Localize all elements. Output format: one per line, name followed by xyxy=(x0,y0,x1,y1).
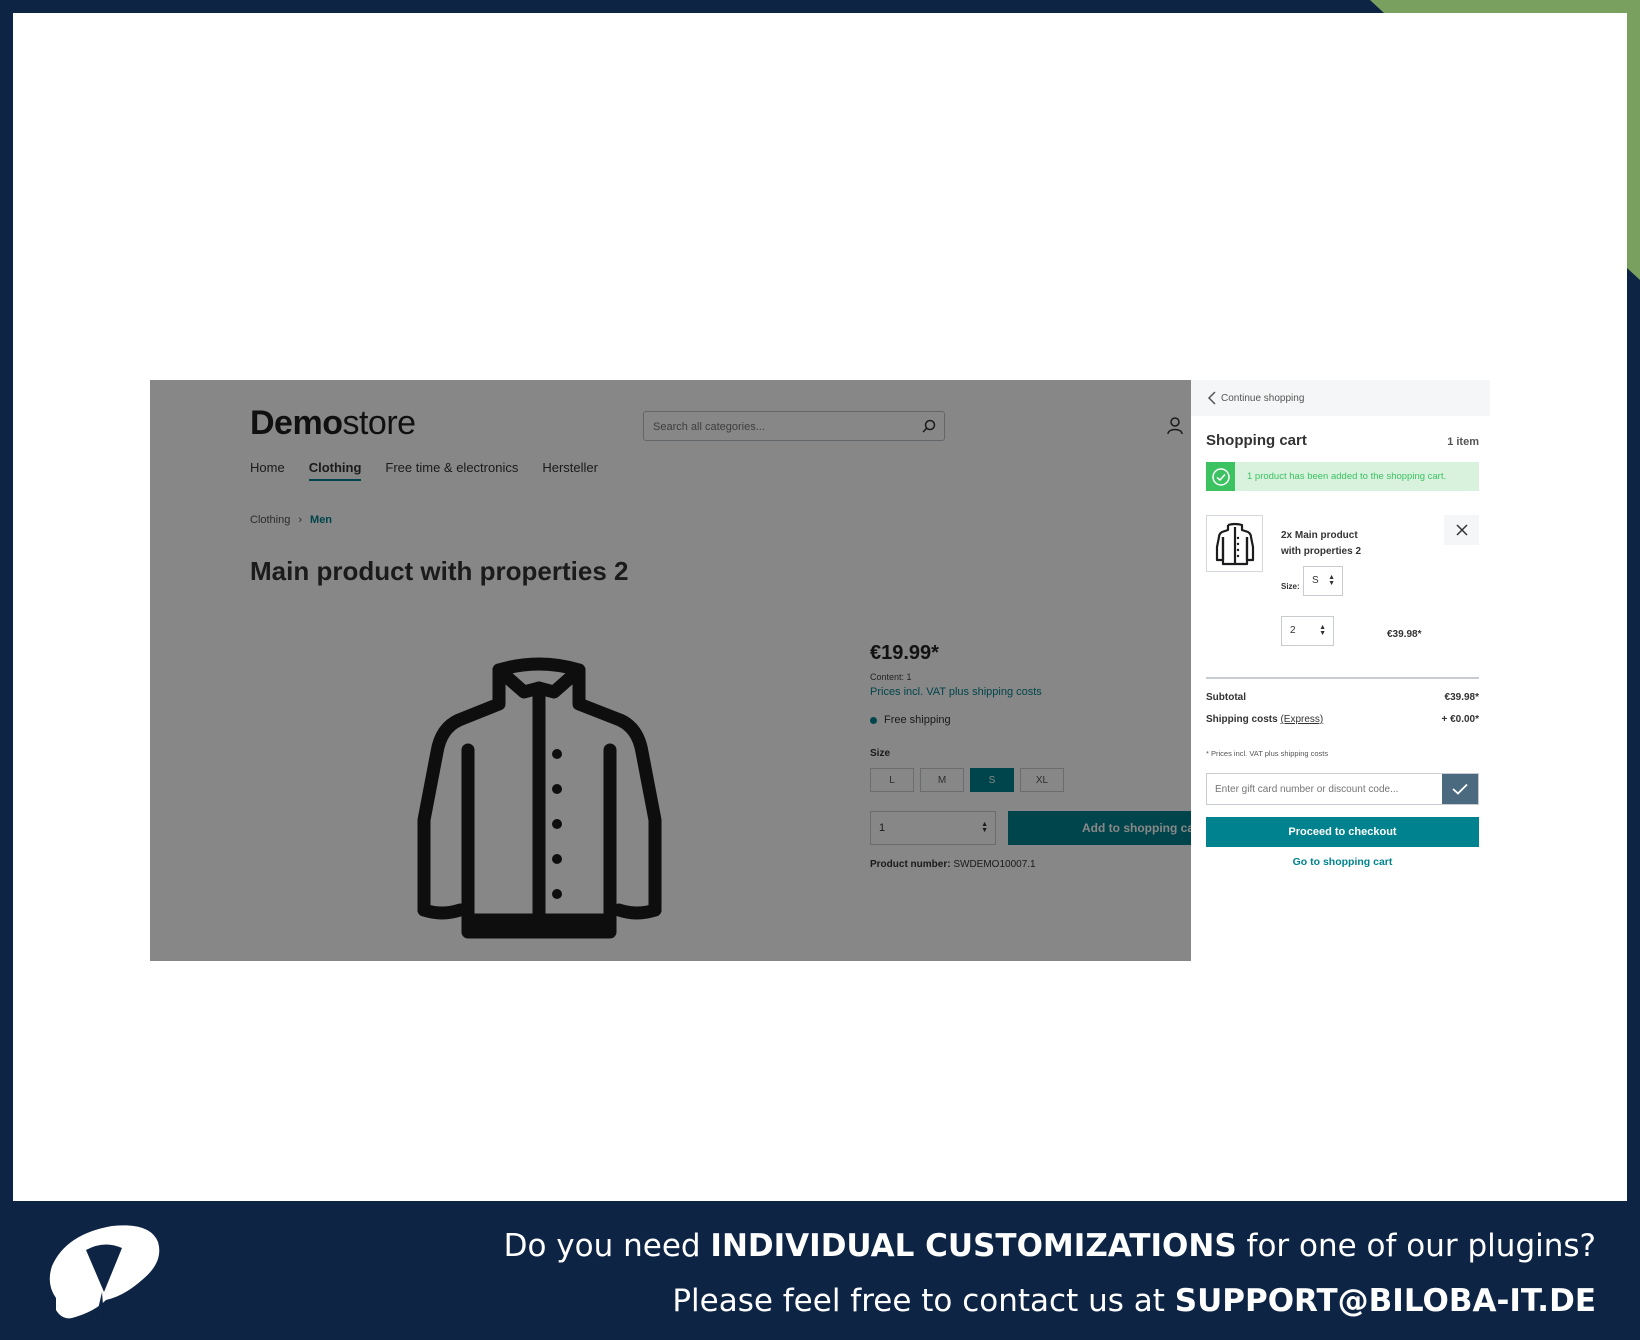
banner-line-2: Please feel free to contact us at SUPPOR… xyxy=(672,1283,1596,1319)
apply-code-button[interactable] xyxy=(1442,774,1478,804)
subtotal-row: Subtotal €39.98* xyxy=(1206,692,1479,703)
cart-item-name-line2: with properties 2 xyxy=(1281,546,1362,557)
continue-shopping-label: Continue shopping xyxy=(1221,392,1305,404)
support-email-link[interactable]: SUPPORT@BILOBA-IT.DE xyxy=(1175,1283,1596,1319)
shipping-costs-label: Shipping costs xyxy=(1206,714,1278,725)
banner-line-2-pre: Please feel free to contact us at xyxy=(672,1283,1175,1319)
cart-item-count: 1 item xyxy=(1447,436,1479,448)
cart-item-name[interactable]: 2x Main product with properties 2 xyxy=(1281,528,1391,560)
banner-line-1-post: for one of our plugins? xyxy=(1236,1228,1596,1264)
cart-size-label: Size: xyxy=(1281,582,1300,591)
close-icon xyxy=(1455,524,1468,536)
cart-title: Shopping cart xyxy=(1206,432,1307,449)
discount-code-input[interactable] xyxy=(1207,774,1442,804)
cart-size-value: S xyxy=(1312,575,1319,586)
checkmark-icon xyxy=(1452,783,1468,795)
shipping-costs-row: Shipping costs (Express) + €0.00* xyxy=(1206,714,1479,725)
subtotal-value: €39.98* xyxy=(1444,692,1479,703)
screenshot-panel: Demostore Home Clothing Free time & elec… xyxy=(150,380,1490,961)
shipping-costs-label-group: Shipping costs (Express) xyxy=(1206,714,1323,725)
cart-quantity-value: 2 xyxy=(1290,625,1296,636)
cart-divider xyxy=(1206,677,1479,679)
success-alert: 1 product has been added to the shopping… xyxy=(1206,462,1479,491)
cart-item-price: €39.98* xyxy=(1387,629,1422,640)
biloba-logo-icon[interactable] xyxy=(42,1222,162,1322)
cart-quantity-select[interactable]: 2 ▲ ▼ xyxy=(1281,616,1334,646)
banner-line-1-bold: INDIVIDUAL CUSTOMIZATIONS xyxy=(710,1228,1237,1264)
go-to-cart-link[interactable]: Go to shopping cart xyxy=(1206,856,1479,868)
storefront: Demostore Home Clothing Free time & elec… xyxy=(150,380,1191,961)
check-circle-icon xyxy=(1206,462,1235,491)
price-note: * Prices incl. VAT plus shipping costs xyxy=(1206,749,1329,758)
sort-arrows-icon: ▲ ▼ xyxy=(1328,574,1335,587)
remove-item-button[interactable] xyxy=(1444,515,1479,545)
offcanvas-cart: Continue shopping Shopping cart 1 item 1… xyxy=(1191,380,1490,961)
cart-header: Shopping cart 1 item xyxy=(1206,432,1479,449)
proceed-to-checkout-button[interactable]: Proceed to checkout xyxy=(1206,817,1479,847)
banner-line-1-pre: Do you need xyxy=(503,1228,711,1264)
corner-accent-shape xyxy=(1370,0,1640,280)
success-alert-text: 1 product has been added to the shopping… xyxy=(1247,471,1447,482)
continue-shopping-button[interactable]: Continue shopping xyxy=(1191,380,1490,416)
subtotal-label: Subtotal xyxy=(1206,692,1246,703)
discount-code-form xyxy=(1206,773,1479,805)
chevron-left-icon xyxy=(1207,391,1216,405)
cart-item-name-line1: 2x Main product xyxy=(1281,530,1358,541)
cart-size-select[interactable]: S ▲ ▼ xyxy=(1303,566,1343,596)
banner-line-1: Do you need INDIVIDUAL CUSTOMIZATIONS fo… xyxy=(504,1228,1596,1264)
shipping-costs-value: + €0.00* xyxy=(1441,714,1479,725)
shipping-method-link[interactable]: (Express) xyxy=(1280,714,1323,725)
sort-arrows-icon: ▲ ▼ xyxy=(1319,624,1326,637)
offcanvas-backdrop[interactable] xyxy=(150,380,1191,961)
cart-item-thumbnail[interactable] xyxy=(1206,515,1263,572)
jacket-icon xyxy=(1215,522,1254,565)
